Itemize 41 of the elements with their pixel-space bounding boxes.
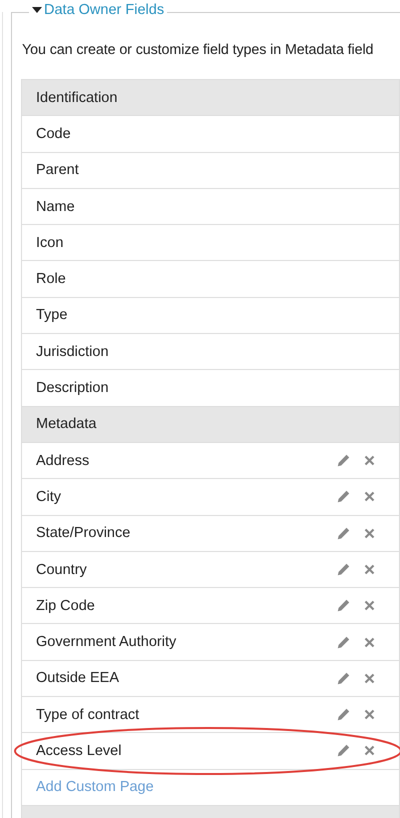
field-label: Name <box>36 198 76 215</box>
field-label: Address <box>36 452 90 469</box>
close-icon[interactable] <box>364 636 375 648</box>
close-icon[interactable] <box>364 600 375 612</box>
field-label: Government Authority <box>36 634 178 650</box>
field-label: Zip Code <box>36 598 96 614</box>
close-icon[interactable] <box>364 528 375 539</box>
edit-icon[interactable] <box>337 636 350 649</box>
field-label: Code <box>36 126 72 142</box>
field-label: Type <box>36 307 68 324</box>
close-icon[interactable] <box>364 455 375 466</box>
field-label: Outside EEA <box>36 670 120 686</box>
close-icon[interactable] <box>364 564 375 575</box>
edit-icon[interactable] <box>337 672 350 685</box>
edit-icon[interactable] <box>337 526 350 540</box>
field-label: State/Province <box>36 525 132 542</box>
field-label: Access Level <box>36 742 122 759</box>
edit-icon[interactable] <box>337 563 350 576</box>
caret-icon[interactable] <box>32 7 42 13</box>
section-header: Identification <box>36 90 118 106</box>
edit-icon[interactable] <box>337 490 350 504</box>
field-label: Type of contract <box>36 706 140 723</box>
edit-icon[interactable] <box>337 454 350 468</box>
field-label: Icon <box>36 234 64 251</box>
field-label: Role <box>36 271 67 288</box>
close-icon[interactable] <box>364 745 375 756</box>
edit-icon[interactable] <box>337 599 350 612</box>
field-label: Parent <box>36 162 80 178</box>
field-label: Description <box>36 380 110 396</box>
close-icon[interactable] <box>364 491 375 502</box>
close-icon[interactable] <box>364 672 375 684</box>
edit-icon[interactable] <box>337 708 350 722</box>
field-label: City <box>36 488 62 505</box>
help-text: You can create or customize field types in Metadata field <box>22 42 374 58</box>
edit-icon[interactable] <box>337 744 350 758</box>
panel-title[interactable]: Data Owner Fields <box>44 2 164 18</box>
add-custom-page-link[interactable]: Add Custom Page <box>36 779 154 796</box>
close-icon[interactable] <box>364 709 375 720</box>
section-header: Metadata <box>36 416 96 432</box>
field-label: Country <box>36 562 88 578</box>
field-label: Jurisdiction <box>36 344 110 360</box>
